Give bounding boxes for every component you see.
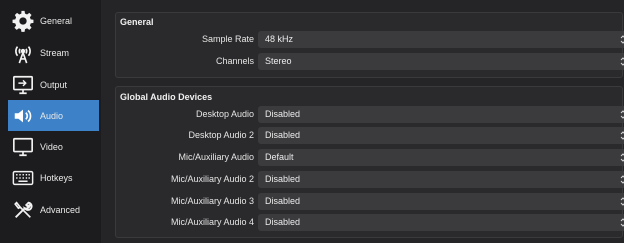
sidebar-item-advanced[interactable]: Advanced <box>8 194 99 225</box>
general-group-title: General <box>120 17 154 27</box>
global-audio-devices-title: Global Audio Devices <box>120 92 213 102</box>
sidebar-item-output[interactable]: Output <box>8 69 99 100</box>
global-audio-devices-group: Global Audio Devices Desktop Audio Disab… <box>115 86 624 238</box>
sidebar-item-label: Hotkeys <box>40 172 73 183</box>
mic-aux-audio-2-label: Mic/Auxiliary Audio 2 <box>170 174 254 184</box>
channels-select[interactable]: Stereo <box>258 53 624 70</box>
broadcast-tower-icon <box>11 41 35 65</box>
mic-aux-audio-3-value: Disabled <box>265 196 301 206</box>
sidebar-item-label: Video <box>40 141 63 152</box>
mic-aux-audio-4-select[interactable]: Disabled <box>258 214 624 231</box>
settings-sidebar: General Stream Output Audio Video Hotkey… <box>0 0 101 243</box>
mic-aux-audio-value: Default <box>265 152 294 162</box>
chevron-updown-icon <box>619 193 624 210</box>
mic-aux-audio-row: Mic/Auxiliary Audio Default <box>116 149 624 166</box>
chevron-updown-icon <box>619 149 624 166</box>
sidebar-item-stream[interactable]: Stream <box>8 37 99 68</box>
sample-rate-value: 48 kHz <box>265 34 294 44</box>
sidebar-item-label: Output <box>40 79 68 90</box>
sidebar-item-label: Advanced <box>40 204 81 215</box>
mic-aux-audio-2-row: Mic/Auxiliary Audio 2 Disabled <box>116 171 624 188</box>
chevron-updown-icon <box>619 171 624 188</box>
chevron-updown-icon <box>619 31 624 48</box>
mic-aux-audio-select[interactable]: Default <box>258 149 624 166</box>
settings-content: General Sample Rate 48 kHz Channels Ster… <box>101 0 624 243</box>
desktop-audio-2-value: Disabled <box>265 130 301 140</box>
desktop-audio-2-select[interactable]: Disabled <box>258 127 624 144</box>
sidebar-item-video[interactable]: Video <box>8 131 99 162</box>
sidebar-item-hotkeys[interactable]: Hotkeys <box>8 162 99 193</box>
desktop-audio-2-row: Desktop Audio 2 Disabled <box>116 127 624 144</box>
mic-aux-audio-2-value: Disabled <box>265 174 301 184</box>
general-group: General Sample Rate 48 kHz Channels Ster… <box>115 12 624 78</box>
channels-value: Stereo <box>265 56 292 66</box>
sidebar-item-general[interactable]: General <box>8 5 99 36</box>
chevron-updown-icon <box>619 106 624 123</box>
desktop-audio-value: Disabled <box>265 109 301 119</box>
mic-aux-audio-3-label: Mic/Auxiliary Audio 3 <box>170 196 254 206</box>
speaker-icon <box>11 104 35 128</box>
sample-rate-select[interactable]: 48 kHz <box>258 31 624 48</box>
chevron-updown-icon <box>619 53 624 70</box>
desktop-audio-2-label: Desktop Audio 2 <box>188 130 254 140</box>
output-screen-icon <box>11 73 35 97</box>
gear-icon <box>11 9 35 33</box>
keyboard-icon <box>11 166 35 190</box>
sample-rate-row: Sample Rate 48 kHz <box>116 31 624 48</box>
channels-row: Channels Stereo <box>116 53 624 70</box>
channels-label: Channels <box>215 56 254 66</box>
mic-aux-audio-3-select[interactable]: Disabled <box>258 193 624 210</box>
sidebar-item-label: Audio <box>40 110 64 121</box>
monitor-icon <box>11 135 35 159</box>
mic-aux-audio-4-label: Mic/Auxiliary Audio 4 <box>170 217 254 227</box>
chevron-updown-icon <box>619 214 624 231</box>
mic-aux-audio-4-value: Disabled <box>265 217 301 227</box>
desktop-audio-row: Desktop Audio Disabled <box>116 106 624 123</box>
desktop-audio-select[interactable]: Disabled <box>258 106 624 123</box>
mic-aux-audio-3-row: Mic/Auxiliary Audio 3 Disabled <box>116 193 624 210</box>
wrench-screwdriver-icon <box>11 198 35 222</box>
mic-aux-audio-label: Mic/Auxiliary Audio <box>178 152 254 162</box>
sidebar-item-audio[interactable]: Audio <box>8 100 99 131</box>
sample-rate-label: Sample Rate <box>201 34 254 44</box>
mic-aux-audio-4-row: Mic/Auxiliary Audio 4 Disabled <box>116 214 624 231</box>
sidebar-item-label: Stream <box>40 47 70 58</box>
mic-aux-audio-2-select[interactable]: Disabled <box>258 171 624 188</box>
desktop-audio-label: Desktop Audio <box>195 109 254 119</box>
chevron-updown-icon <box>619 127 624 144</box>
sidebar-item-label: General <box>40 15 73 26</box>
